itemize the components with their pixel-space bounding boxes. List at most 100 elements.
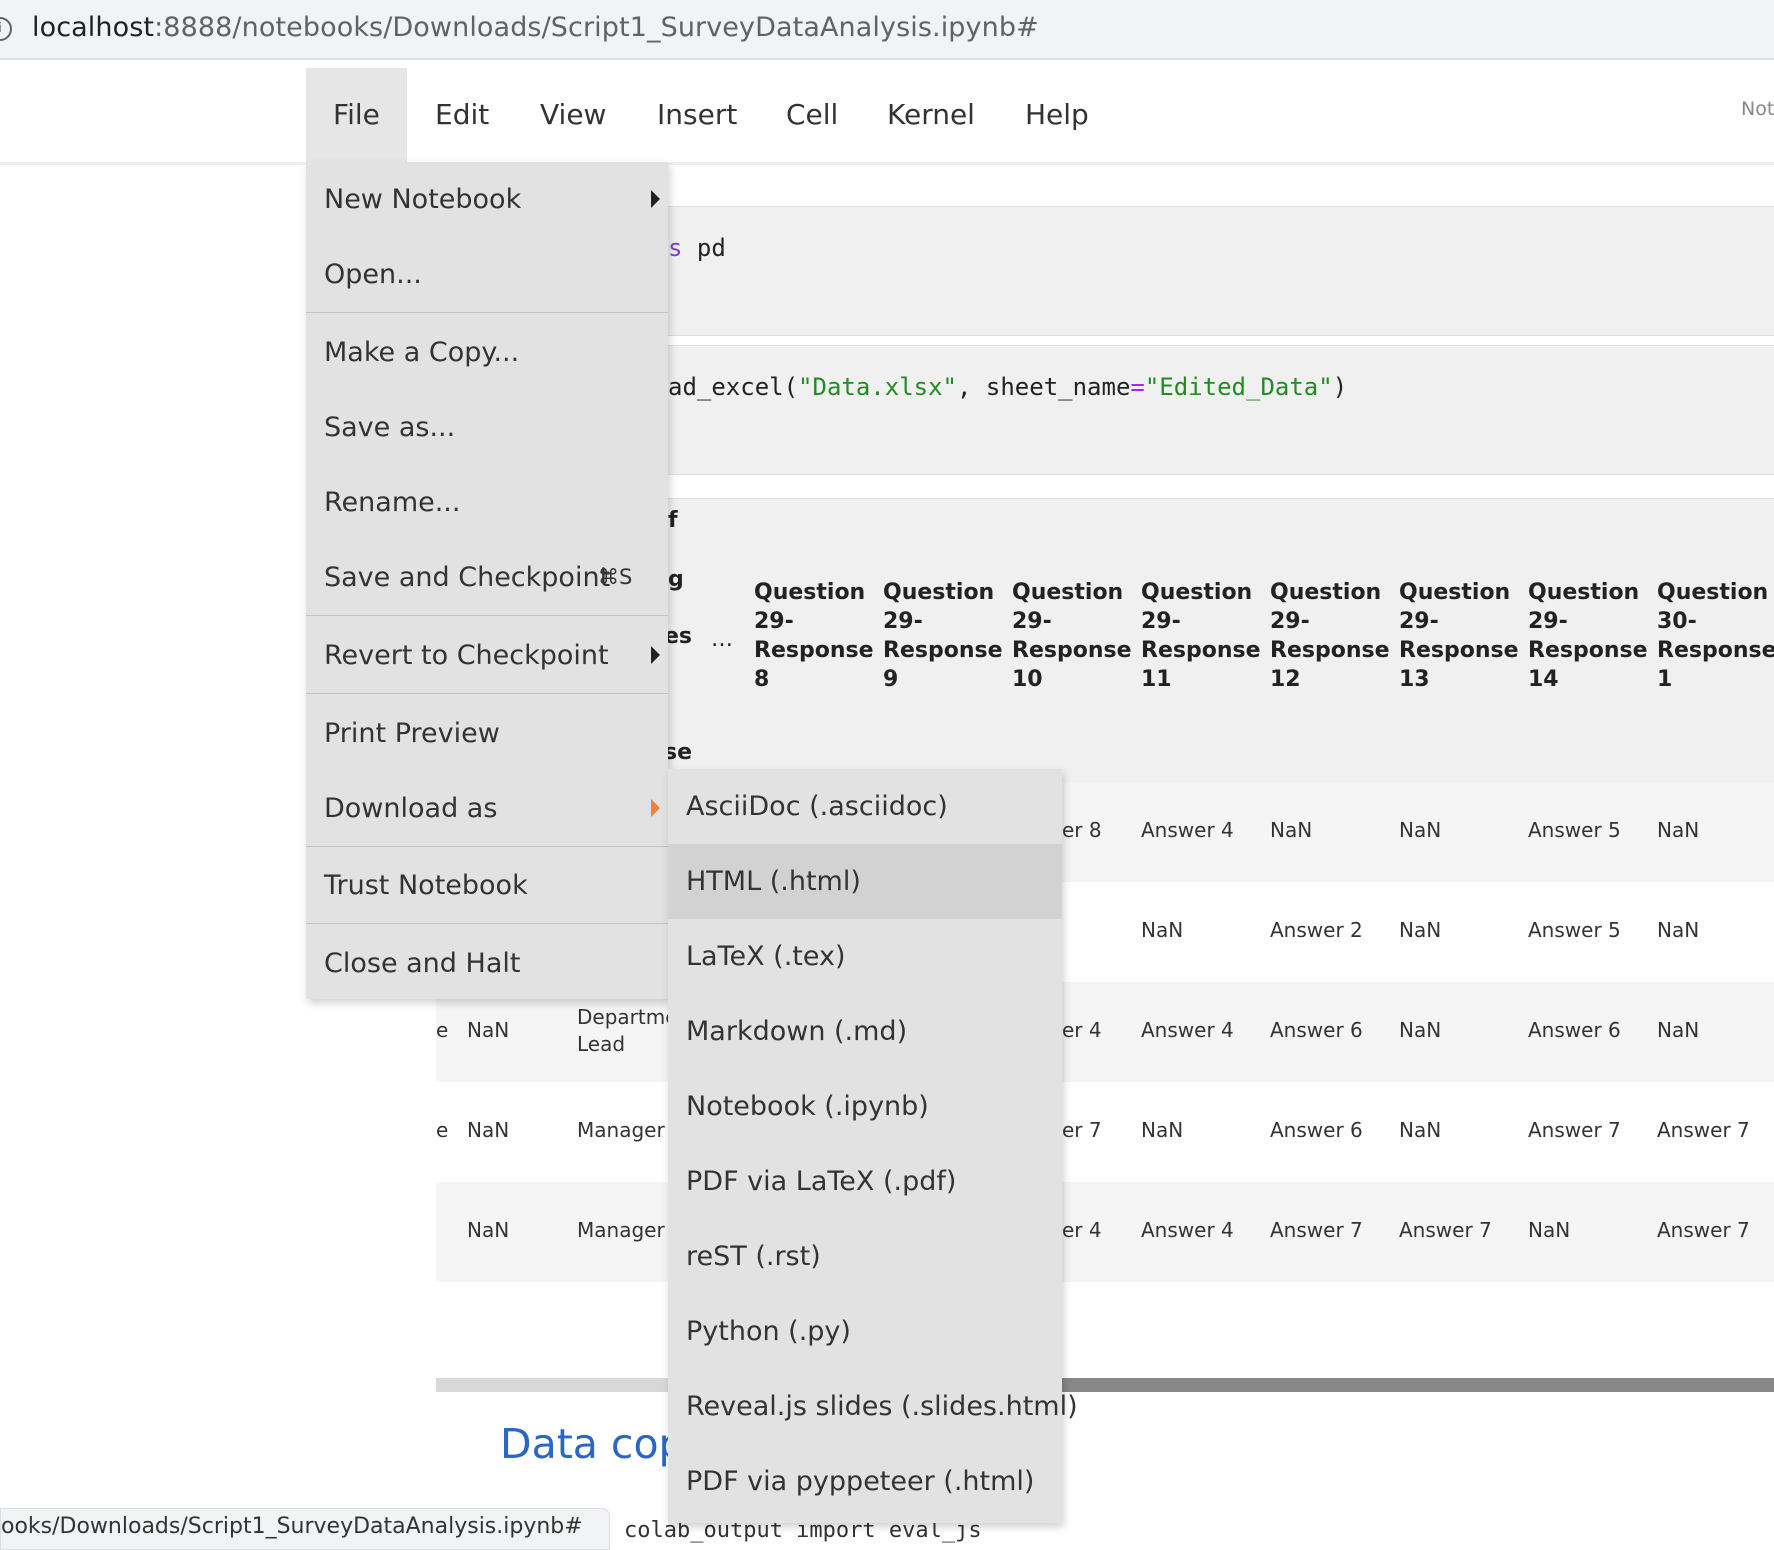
menu-divider (306, 693, 668, 694)
link-status-bar: ooks/Downloads/Script1_SurveyDataAnalysi… (0, 1508, 610, 1550)
table-cell: NaN (1141, 918, 1184, 942)
table-cell: NaN (467, 1018, 510, 1042)
download-option-markdown-md[interactable]: Markdown (.md) (668, 994, 1062, 1069)
table-cell: NaN (1528, 1218, 1571, 1242)
notification-area: Not (1741, 98, 1774, 120)
menu-divider (306, 615, 668, 616)
code-line: s pd (668, 234, 726, 262)
column-header-line: 29- (1528, 609, 1568, 634)
column-header: Question 29- Response 13 (1399, 578, 1519, 694)
notebook-menubar: File Edit View Insert Cell Kernel Help N… (0, 68, 1774, 165)
table-cell: e (436, 1018, 449, 1042)
file-menu-item-download-as[interactable]: Download as (306, 771, 668, 846)
column-header-line: 29- (1399, 609, 1439, 634)
table-cell: Answer 7 (1657, 1118, 1750, 1142)
submenu-caret-icon (651, 799, 660, 817)
download-option-html-html[interactable]: HTML (.html) (668, 844, 1062, 919)
table-cell: NaN (1657, 818, 1700, 842)
shortcut-label: ⌘S (598, 565, 633, 589)
column-header-line: 13 (1399, 667, 1430, 692)
file-menu-item-save-and-checkpoint[interactable]: Save and Checkpoint ⌘S (306, 540, 668, 615)
table-cell: er 4 (1062, 1218, 1102, 1242)
file-menu-item-rename[interactable]: Rename... (306, 465, 668, 540)
column-header-line: 29- (1012, 609, 1052, 634)
table-cell: Manager (577, 1118, 665, 1142)
file-menu-dropdown: New Notebook Open... Make a Copy... Save as… (306, 162, 668, 999)
menu-item-label: Download as (324, 793, 498, 824)
file-menu-item-print-preview[interactable]: Print Preview (306, 696, 668, 771)
column-header-line: Question (1399, 580, 1511, 605)
table-cell: NaN (1399, 818, 1442, 842)
column-header-line: Question (1657, 580, 1769, 605)
column-header-line: 29- (883, 609, 923, 634)
file-menu-item-new-notebook[interactable]: New Notebook (306, 162, 668, 237)
column-header-line: Question (1528, 580, 1640, 605)
menu-item-label: Save and Checkpoint (324, 562, 611, 593)
table-cell: NaN (1657, 1018, 1700, 1042)
horizontal-scrollbar-thumb[interactable] (1060, 1378, 1774, 1392)
column-header-line: Response (754, 638, 874, 663)
column-header-line: Response (1528, 638, 1648, 663)
download-option-reveal-js-slides-slides-html[interactable]: Reveal.js slides (.slides.html) (668, 1369, 1078, 1444)
menu-kernel[interactable]: Kernel (860, 68, 1002, 162)
file-menu-item-trust-notebook[interactable]: Trust Notebook (306, 848, 668, 923)
download-option-pdf-via-pyppeteer-html[interactable]: PDF via pyppeteer (.html) (668, 1444, 1062, 1519)
table-cell: NaN (467, 1118, 510, 1142)
table-cell: NaN (467, 1218, 510, 1242)
submenu-caret-icon (651, 646, 660, 664)
ellipsis-column: … (711, 627, 733, 652)
table-cell: NaN (1270, 818, 1313, 842)
column-header-line: 1 (1657, 667, 1673, 692)
browser-url-bar[interactable]: i localhost:8888/notebooks/Downloads/Scr… (0, 0, 1774, 60)
column-header: Question 30- Response 1 (1657, 578, 1774, 694)
menu-edit[interactable]: Edit (408, 68, 516, 162)
column-header-line: 8 (754, 667, 770, 692)
code-cell-read-excel[interactable]: ad_excel("Data.xlsx", sheet_name="Edited… (668, 345, 1774, 475)
file-menu-item-save-as[interactable]: Save as... (306, 390, 668, 465)
menu-cell[interactable]: Cell (759, 68, 865, 162)
table-cell: Answer 5 (1528, 818, 1621, 842)
download-option-rest-rst[interactable]: reST (.rst) (668, 1219, 1062, 1294)
column-header-line: Response (1141, 638, 1261, 663)
header-fragment: g (668, 567, 684, 592)
table-cell: Answer 6 (1270, 1018, 1363, 1042)
menu-file[interactable]: File (306, 68, 407, 162)
column-header-line: 11 (1141, 667, 1172, 692)
menu-item-label: New Notebook (324, 184, 522, 215)
download-option-asciidoc-asciidoc[interactable]: AsciiDoc (.asciidoc) (668, 769, 1062, 844)
column-header-line: Question (1012, 580, 1124, 605)
column-header-line: 12 (1270, 667, 1301, 692)
menu-item-label: Trust Notebook (324, 870, 528, 901)
column-header-line: 9 (883, 667, 899, 692)
download-option-pdf-via-latex-pdf[interactable]: PDF via LaTeX (.pdf) (668, 1144, 1062, 1219)
menu-item-label: Print Preview (324, 718, 500, 749)
file-menu-item-make-a-copy[interactable]: Make a Copy... (306, 315, 668, 390)
download-option-latex-tex[interactable]: LaTeX (.tex) (668, 919, 1062, 994)
menu-divider (306, 312, 668, 313)
menu-view[interactable]: View (513, 68, 633, 162)
column-header-line: 29- (1141, 609, 1181, 634)
info-icon[interactable]: i (0, 17, 12, 41)
file-menu-item-open[interactable]: Open... (306, 237, 668, 312)
download-option-python-py[interactable]: Python (.py) (668, 1294, 1062, 1369)
submenu-caret-icon (651, 190, 660, 208)
table-cell: er 7 (1062, 1118, 1102, 1142)
table-cell: Answer 4 (1141, 1218, 1234, 1242)
table-cell: e (436, 1118, 449, 1142)
code-line: ad_excel("Data.xlsx", sheet_name="Edited… (668, 373, 1348, 401)
download-option-notebook-ipynb[interactable]: Notebook (.ipynb) (668, 1069, 1062, 1144)
column-header-line: Question (1270, 580, 1382, 605)
table-cell: NaN (1399, 918, 1442, 942)
file-menu-item-revert-to-checkpoint[interactable]: Revert to Checkpoint (306, 618, 668, 693)
table-cell: Answer 5 (1528, 918, 1621, 942)
url-text[interactable]: localhost:8888/notebooks/Downloads/Scrip… (32, 12, 1039, 43)
code-cell-import[interactable]: s pd (668, 206, 1774, 336)
menu-help[interactable]: Help (998, 68, 1116, 162)
menu-insert[interactable]: Insert (630, 68, 764, 162)
menu-item-label: Make a Copy... (324, 337, 520, 368)
file-menu-item-close-and-halt[interactable]: Close and Halt (306, 926, 668, 1001)
header-fragment: es (664, 624, 693, 649)
table-cell: Answer 7 (1528, 1118, 1621, 1142)
table-cell: Answer 7 (1270, 1218, 1363, 1242)
menu-item-label: Save as... (324, 412, 456, 443)
